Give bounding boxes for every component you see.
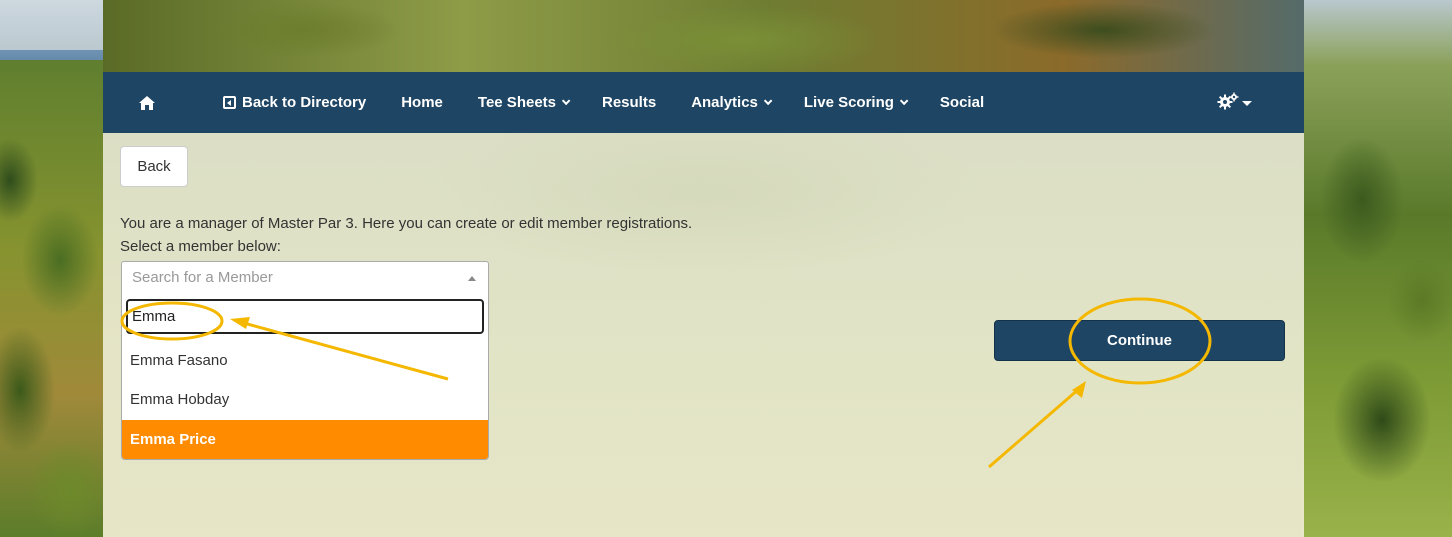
back-square-icon bbox=[223, 96, 236, 109]
chevron-down-icon bbox=[899, 96, 909, 105]
nav-analytics-label: Analytics bbox=[691, 94, 758, 111]
member-select[interactable]: Search for a Member bbox=[121, 261, 489, 294]
settings-menu[interactable] bbox=[1217, 92, 1252, 110]
member-search-input[interactable] bbox=[126, 299, 484, 334]
nav-live-scoring-label: Live Scoring bbox=[803, 94, 894, 111]
caret-down-icon bbox=[1242, 100, 1252, 106]
chevron-down-icon bbox=[561, 96, 571, 105]
member-option-emma-fasano[interactable]: Emma Fasano bbox=[122, 341, 488, 380]
trees-right bbox=[1302, 0, 1452, 537]
trees-left bbox=[0, 60, 120, 537]
home-icon bbox=[139, 95, 155, 110]
manager-info-text: You are a manager of Master Par 3. Here … bbox=[120, 215, 693, 232]
header-photo bbox=[103, 0, 1304, 72]
continue-button[interactable]: Continue bbox=[994, 320, 1285, 361]
nav-live-scoring[interactable]: Live Scoring bbox=[803, 94, 909, 111]
select-member-label: Select a member below: bbox=[120, 238, 281, 255]
nav-back-to-directory-label: Back to Directory bbox=[242, 94, 367, 111]
member-dropdown: Emma Fasano Emma Hobday Emma Price bbox=[121, 293, 489, 460]
member-select-placeholder: Search for a Member bbox=[132, 269, 273, 286]
nav-home[interactable]: Home bbox=[401, 94, 443, 111]
gears-icon bbox=[1217, 92, 1239, 110]
chevron-down-icon bbox=[763, 96, 773, 105]
member-option-emma-price[interactable]: Emma Price bbox=[122, 420, 488, 459]
main-navbar: Back to Directory Home Tee Sheets Result… bbox=[103, 72, 1304, 133]
nav-home-icon-link[interactable] bbox=[138, 95, 188, 111]
back-button[interactable]: Back bbox=[120, 146, 188, 187]
nav-social[interactable]: Social bbox=[940, 94, 984, 111]
nav-tee-sheets[interactable]: Tee Sheets bbox=[477, 94, 571, 111]
caret-up-icon bbox=[468, 276, 476, 281]
nav-analytics[interactable]: Analytics bbox=[691, 94, 773, 111]
nav-back-to-directory[interactable]: Back to Directory bbox=[223, 94, 366, 111]
nav-tee-sheets-label: Tee Sheets bbox=[477, 94, 556, 111]
nav-results[interactable]: Results bbox=[602, 94, 656, 111]
member-option-emma-hobday[interactable]: Emma Hobday bbox=[122, 380, 488, 419]
